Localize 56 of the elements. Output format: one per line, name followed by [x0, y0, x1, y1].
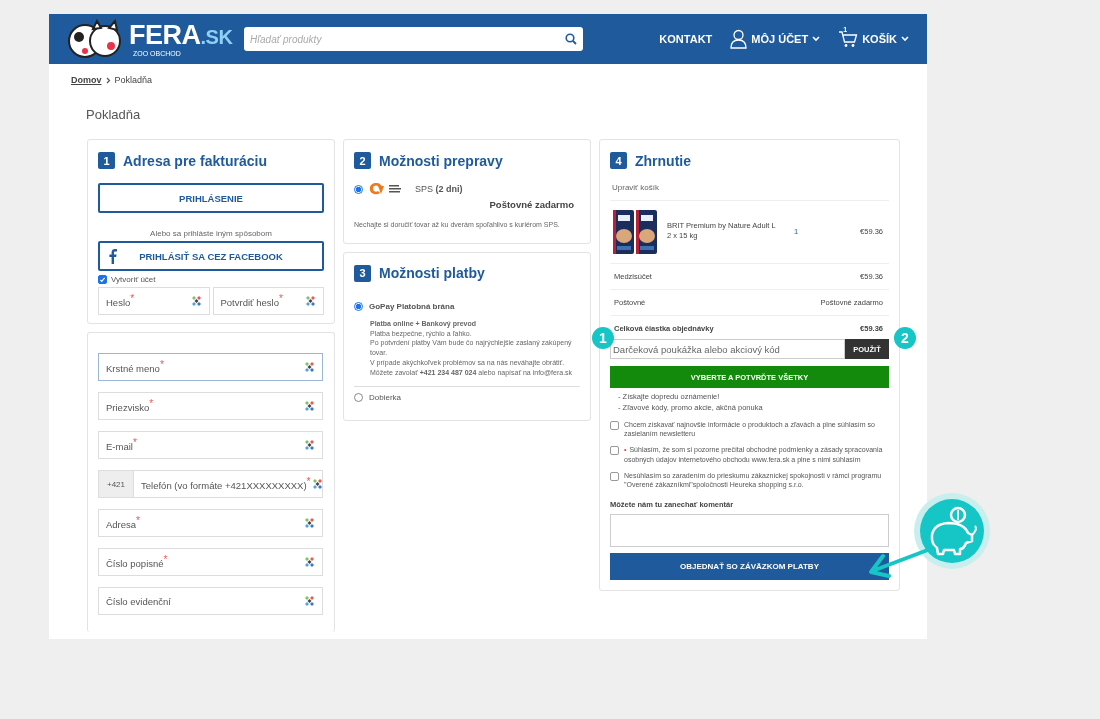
step-number: 3: [354, 264, 371, 282]
section-title: Možnosti platby: [379, 265, 485, 282]
chevron-right-icon: [105, 76, 111, 84]
order-button[interactable]: OBJEDNAŤ SO ZÁVÄZKOM PLATBY: [610, 553, 889, 581]
login-button[interactable]: PRIHLÁSENIE: [98, 183, 324, 213]
breadcrumb-current: Pokladňa: [114, 75, 153, 85]
facebook-icon: [109, 249, 117, 264]
comment-field[interactable]: [610, 514, 889, 548]
diamond-cluster-icon: [304, 595, 315, 607]
breadcrumb-link[interactable]: Domov: [71, 75, 102, 85]
phone-prefix: +421: [99, 471, 135, 497]
payment-option-label: GoPay Platobná brána: [369, 301, 455, 311]
cart-menu[interactable]: KOŠÍK: [862, 33, 897, 45]
shipping-option-label: SPS (2 dni): [415, 184, 463, 194]
search-field[interactable]: Hľadať produkty: [244, 27, 583, 51]
payment-radio[interactable]: [354, 392, 363, 402]
create-account-checkbox[interactable]: [98, 275, 107, 284]
consent-checkbox[interactable]: [610, 471, 619, 481]
section-title: Zhrnutie: [635, 152, 691, 169]
input-field[interactable]: Číslo evidenční: [98, 587, 323, 615]
diamond-cluster-icon: [312, 478, 324, 490]
consent-checkbox[interactable]: [610, 446, 619, 456]
payment-option-label: Dobierka: [369, 392, 401, 402]
diamond-cluster-icon: [304, 556, 315, 568]
diamond-cluster-icon: [304, 517, 315, 529]
diamond-cluster-icon: [305, 295, 316, 307]
user-icon[interactable]: [730, 29, 748, 49]
search-icon[interactable]: [565, 33, 577, 45]
edit-cart-link[interactable]: Upraviť košík: [610, 183, 889, 201]
account-menu[interactable]: MÔJ ÚČET: [751, 33, 809, 45]
step-number: 1: [98, 152, 115, 169]
facebook-login-button[interactable]: PRIHLÁSIŤ SA CEZ FACEBOOK: [98, 241, 324, 271]
contact-link[interactable]: KONTAKT: [659, 33, 713, 45]
checkbox-label: Vytvoriť účet: [111, 275, 156, 284]
shipping-price: Poštovné zadarmo: [488, 199, 575, 210]
chevron-down-icon[interactable]: [812, 36, 821, 42]
shipping-radio[interactable]: [354, 184, 363, 194]
diamond-cluster-icon: [304, 400, 315, 412]
section-title: Možnosti prepravy: [379, 152, 503, 169]
logo-domain[interactable]: .SK: [200, 25, 233, 48]
payment-radio[interactable]: [354, 301, 363, 311]
chevron-down-icon[interactable]: [901, 36, 909, 42]
step-number: 2: [354, 152, 371, 169]
callout-marker: 1: [592, 327, 614, 349]
section-title: Adresa pre fakturáciu: [123, 152, 267, 169]
coupon-field[interactable]: Darčeková poukážka alebo akciový kód: [610, 339, 845, 359]
diamond-cluster-icon: [304, 439, 315, 451]
logo-wordmark[interactable]: FERA: [129, 19, 201, 50]
step-number: 4: [610, 152, 627, 169]
callout-marker: 2: [894, 327, 916, 349]
page-title: Pokladňa: [86, 107, 142, 122]
consent-checkbox[interactable]: [610, 420, 619, 430]
diamond-cluster-icon: [304, 361, 315, 373]
cart-icon[interactable]: [838, 30, 859, 48]
alternative-login-text: Alebo sa prihláste iným spôsobom: [149, 229, 273, 238]
diamond-cluster-icon: [190, 295, 202, 307]
